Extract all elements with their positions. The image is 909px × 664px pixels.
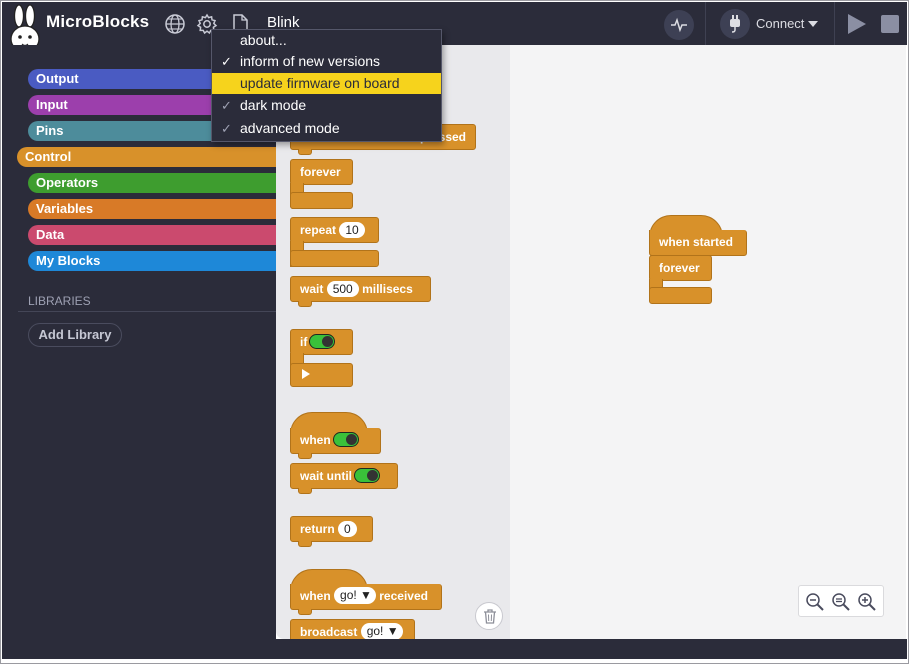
block-wait-until[interactable]: wait until	[290, 463, 398, 489]
block-if[interactable]: if	[290, 329, 353, 355]
stop-icon[interactable]	[881, 15, 899, 33]
graph-button[interactable]	[664, 10, 694, 40]
scripting-area[interactable]: when started forever	[510, 45, 906, 639]
menu-item-update-firmware[interactable]: update firmware on board	[212, 73, 441, 94]
settings-menu: about... ✓ inform of new versions update …	[211, 29, 442, 142]
block-return[interactable]: return 0	[290, 516, 373, 542]
libraries-divider	[18, 311, 276, 312]
block-forever-bottom	[290, 192, 353, 209]
block-notch	[298, 609, 312, 615]
block-notch	[298, 541, 312, 547]
expand-arrow-icon[interactable]	[301, 368, 311, 380]
zoom-controls	[798, 585, 884, 617]
block-wait-millisecs[interactable]: wait 500 millisecs	[290, 276, 431, 302]
category-operators[interactable]: Operators	[28, 173, 276, 193]
block-when-condition[interactable]: when	[290, 428, 381, 454]
play-icon[interactable]	[848, 14, 866, 34]
block-notch	[298, 149, 312, 155]
boolean-toggle[interactable]	[309, 334, 336, 350]
connect-label: Connect	[756, 16, 805, 31]
script-block-when-started[interactable]: when started	[649, 230, 747, 256]
chevron-down-icon	[808, 21, 818, 27]
plug-icon	[720, 9, 750, 39]
menu-item-inform-new-versions[interactable]: ✓ inform of new versions	[212, 51, 441, 72]
block-repeat[interactable]: repeat 10	[290, 217, 379, 243]
toolbar-divider	[705, 2, 706, 45]
block-forever[interactable]: forever	[290, 159, 353, 185]
trash-button[interactable]	[475, 602, 503, 630]
block-if-bottom[interactable]	[290, 363, 353, 387]
top-bar: MicroBlocks Blink Connect	[2, 2, 907, 53]
message-dropdown[interactable]: go! ▼	[334, 587, 376, 605]
block-notch	[298, 301, 312, 307]
menu-item-about[interactable]: about...	[212, 30, 441, 51]
zoom-in-icon[interactable]	[857, 592, 877, 612]
zoom-reset-icon[interactable]	[831, 592, 851, 612]
trash-icon	[484, 609, 496, 624]
message-dropdown[interactable]: go! ▼	[360, 623, 403, 639]
boolean-toggle[interactable]	[354, 468, 380, 484]
block-notch	[298, 488, 312, 494]
script-block-forever[interactable]: forever	[649, 255, 712, 281]
block-when-received[interactable]: when go! ▼ received	[290, 584, 442, 610]
menu-item-dark-mode[interactable]: ✓ dark mode	[212, 95, 441, 116]
check-icon: ✓	[221, 54, 232, 69]
libraries-heading: LIBRARIES	[28, 294, 91, 308]
category-variables[interactable]: Variables	[28, 199, 276, 219]
connect-button[interactable]: Connect	[720, 9, 820, 39]
check-icon: ✓	[221, 121, 232, 136]
toolbar-divider	[834, 2, 835, 45]
zoom-out-icon[interactable]	[805, 592, 825, 612]
category-my-blocks[interactable]: My Blocks	[28, 251, 276, 271]
check-icon: ✓	[221, 98, 232, 113]
app-title: MicroBlocks	[46, 12, 150, 31]
microblocks-window: MicroBlocks Blink Connect Output Input P…	[0, 0, 909, 664]
block-notch	[298, 453, 312, 459]
globe-icon[interactable]	[164, 13, 186, 35]
graph-icon	[671, 17, 687, 33]
block-broadcast[interactable]: broadcast go! ▼	[290, 619, 415, 639]
bottom-bar	[2, 639, 907, 659]
script-forever-bottom	[649, 287, 712, 304]
add-library-button[interactable]: Add Library	[28, 323, 122, 347]
category-control[interactable]: Control	[17, 147, 276, 167]
boolean-toggle[interactable]	[332, 432, 359, 448]
block-repeat-bottom	[290, 250, 379, 267]
menu-item-advanced-mode[interactable]: ✓ advanced mode	[212, 118, 441, 139]
category-data[interactable]: Data	[28, 225, 276, 245]
